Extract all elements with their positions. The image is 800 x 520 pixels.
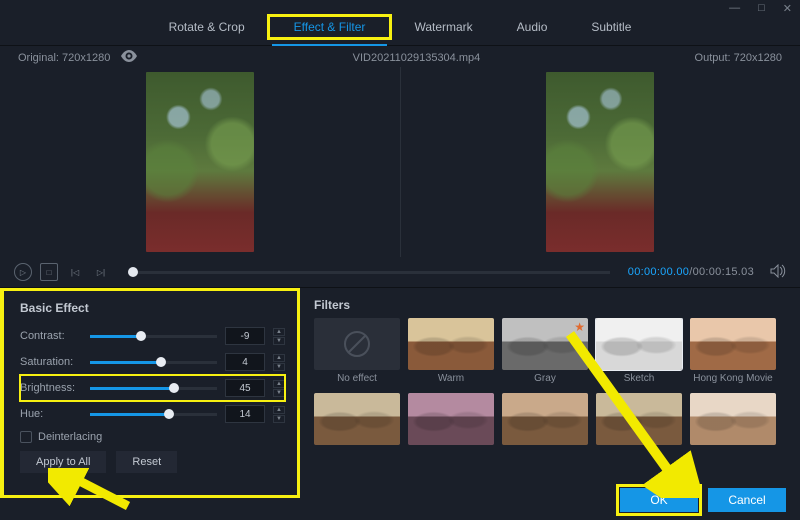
- filter-thumb: [502, 393, 588, 445]
- filter-caption: Gray: [502, 373, 588, 385]
- filter-card-gray[interactable]: ★ Gray: [502, 318, 588, 385]
- basic-effect-title: Basic Effect: [20, 301, 285, 315]
- saturation-label: Saturation:: [20, 356, 82, 368]
- deinterlacing-label: Deinterlacing: [38, 431, 102, 443]
- original-res: 720x1280: [62, 52, 110, 64]
- filter-card-no-effect[interactable]: No effect: [314, 318, 400, 385]
- filter-thumb: [690, 393, 776, 445]
- filter-card-row2-6[interactable]: [408, 393, 494, 460]
- filter-caption: [596, 448, 682, 460]
- filter-thumb: [314, 393, 400, 445]
- original-preview: [0, 67, 400, 257]
- filter-card-sketch[interactable]: Sketch: [596, 318, 682, 385]
- preview-meta: Original: 720x1280 VID20211029135304.mp4…: [0, 46, 800, 67]
- original-thumb: [146, 72, 254, 252]
- filter-caption: [690, 448, 776, 460]
- saturation-slider[interactable]: [90, 361, 217, 364]
- saturation-value[interactable]: 4: [225, 353, 265, 371]
- ok-button[interactable]: OK: [620, 488, 698, 512]
- filter-card-row2-9[interactable]: [690, 393, 776, 460]
- play-button[interactable]: ▷: [14, 263, 32, 281]
- maximize-button[interactable]: □: [758, 2, 765, 15]
- filter-card-row2-7[interactable]: [502, 393, 588, 460]
- tab-audio[interactable]: Audio: [495, 10, 570, 44]
- filters-grid: No effect Warm ★ Gray Sketch Hong Kong Movie: [314, 318, 792, 460]
- tab-effect-filter[interactable]: Effect & Filter: [272, 10, 388, 46]
- basic-effect-panel: Basic Effect Contrast: -9 ▲▼ Saturation:…: [0, 288, 300, 498]
- titlebar: — □ ✕: [0, 0, 800, 8]
- contrast-value[interactable]: -9: [225, 327, 265, 345]
- apply-to-all-button[interactable]: Apply to All: [20, 451, 106, 473]
- next-frame-button[interactable]: ▷|: [92, 263, 110, 281]
- filter-thumb: [690, 318, 776, 370]
- filename: VID20211029135304.mp4: [138, 52, 694, 64]
- progress-slider[interactable]: [128, 271, 610, 274]
- hue-value[interactable]: 14: [225, 405, 265, 423]
- filters-title: Filters: [314, 298, 792, 312]
- progress-handle[interactable]: [128, 267, 138, 277]
- brightness-label: Brightness:: [20, 382, 82, 394]
- filter-thumb: ★: [502, 318, 588, 370]
- close-button[interactable]: ✕: [783, 2, 792, 15]
- hue-stepper[interactable]: ▲▼: [273, 406, 285, 423]
- contrast-slider[interactable]: [90, 335, 217, 338]
- time-total: 00:00:15.03: [693, 266, 754, 278]
- brightness-slider[interactable]: [90, 387, 217, 390]
- brightness-stepper[interactable]: ▲▼: [273, 380, 285, 397]
- prev-frame-button[interactable]: |◁: [66, 263, 84, 281]
- time-current: 00:00:00.00: [628, 266, 689, 278]
- contrast-row: Contrast: -9 ▲▼: [20, 323, 285, 349]
- preview-area: [0, 67, 800, 257]
- filters-panel: Filters No effect Warm ★ Gray Sketch Hong Kon…: [300, 288, 800, 498]
- filter-card-warm[interactable]: Warm: [408, 318, 494, 385]
- filter-thumb: [314, 318, 400, 370]
- filter-caption: Warm: [408, 373, 494, 385]
- brightness-row: Brightness: 45 ▲▼: [20, 375, 285, 401]
- tab-subtitle[interactable]: Subtitle: [569, 10, 653, 44]
- filter-thumb: [596, 318, 682, 370]
- cancel-button[interactable]: Cancel: [708, 488, 786, 512]
- hue-slider[interactable]: [90, 413, 217, 416]
- filter-caption: [408, 448, 494, 460]
- dialog-footer: OK Cancel: [620, 488, 786, 512]
- star-icon: ★: [574, 320, 585, 334]
- original-label: Original:: [18, 52, 59, 64]
- filter-card-hong-kong-movie[interactable]: Hong Kong Movie: [690, 318, 776, 385]
- timecode: 00:00:00.00/00:00:15.03: [628, 266, 754, 278]
- contrast-stepper[interactable]: ▲▼: [273, 328, 285, 345]
- volume-icon[interactable]: [770, 264, 786, 281]
- hue-row: Hue: 14 ▲▼: [20, 401, 285, 427]
- filter-thumb: [408, 318, 494, 370]
- filter-card-row2-5[interactable]: [314, 393, 400, 460]
- filter-caption: [502, 448, 588, 460]
- filter-caption: Hong Kong Movie: [690, 373, 776, 385]
- filter-card-row2-8[interactable]: [596, 393, 682, 460]
- contrast-label: Contrast:: [20, 330, 82, 342]
- output-thumb: [546, 72, 654, 252]
- tab-watermark[interactable]: Watermark: [392, 10, 494, 44]
- deinterlacing-checkbox[interactable]: Deinterlacing: [20, 431, 285, 443]
- filter-caption: [314, 448, 400, 460]
- reset-button[interactable]: Reset: [116, 451, 177, 473]
- preview-toggle-icon[interactable]: [120, 50, 138, 65]
- saturation-row: Saturation: 4 ▲▼: [20, 349, 285, 375]
- transport-bar: ▷ □ |◁ ▷| 00:00:00.00/00:00:15.03: [0, 257, 800, 288]
- filter-thumb: [596, 393, 682, 445]
- output-preview: [400, 67, 800, 257]
- saturation-stepper[interactable]: ▲▼: [273, 354, 285, 371]
- tab-rotate-crop[interactable]: Rotate & Crop: [147, 10, 267, 44]
- minimize-button[interactable]: —: [729, 2, 740, 15]
- editor-tabs: Rotate & Crop Effect & Filter Watermark …: [0, 8, 800, 46]
- filter-caption: Sketch: [596, 373, 682, 385]
- brightness-value[interactable]: 45: [225, 379, 265, 397]
- highlight-effect-tab: Effect & Filter: [267, 14, 393, 40]
- stop-button[interactable]: □: [40, 263, 58, 281]
- hue-label: Hue:: [20, 408, 82, 420]
- output-label: Output:: [695, 52, 731, 64]
- filter-caption: No effect: [314, 373, 400, 385]
- output-res: 720x1280: [734, 52, 782, 64]
- checkbox-icon: [20, 431, 32, 443]
- filter-thumb: [408, 393, 494, 445]
